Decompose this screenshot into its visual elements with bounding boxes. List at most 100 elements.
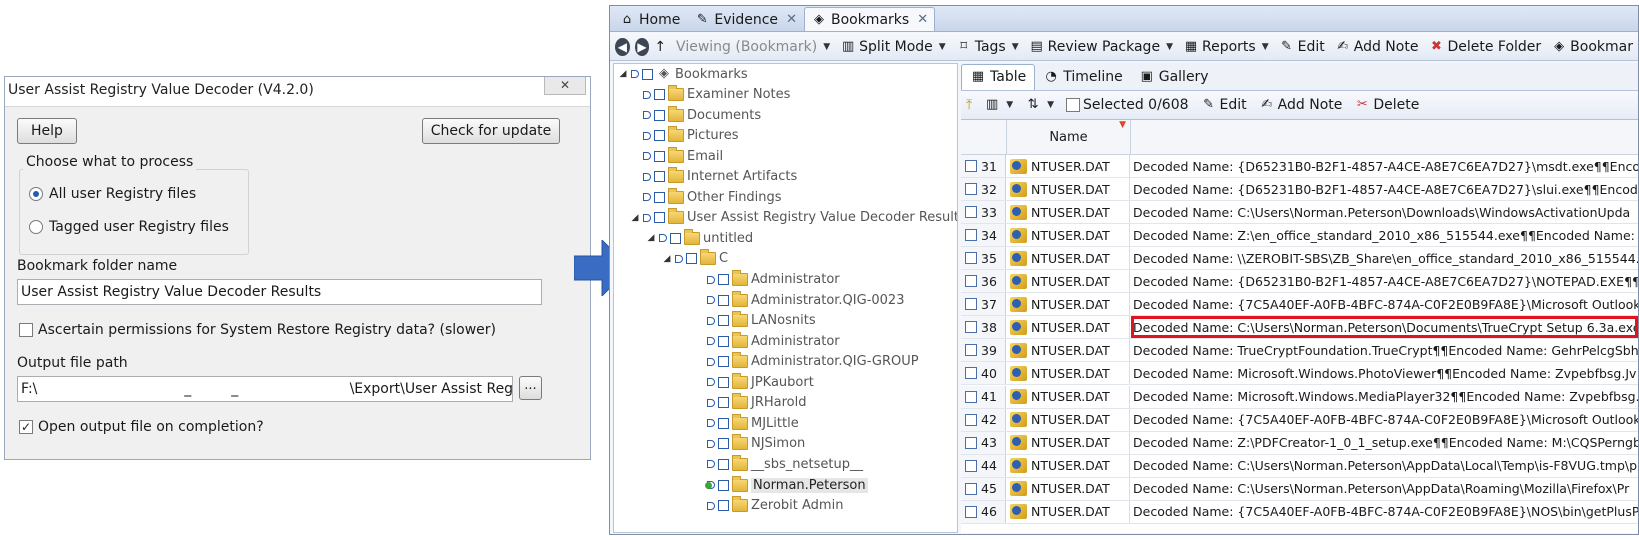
table-row[interactable]: 43 NTUSER.DAT Decoded Name: Z:\PDFCreator-…	[961, 431, 1638, 455]
row-selector[interactable]: 38	[961, 316, 1006, 339]
table-row[interactable]: 39 NTUSER.DAT Decoded Name: TrueCryptFound…	[961, 339, 1638, 363]
row-selector[interactable]: 40	[961, 362, 1006, 385]
browse-button[interactable]: ...	[519, 376, 542, 400]
close-tab-icon[interactable]: ✕	[917, 12, 928, 27]
check-for-update-button[interactable]: Check for update	[422, 118, 560, 144]
row-checkbox[interactable]	[965, 160, 977, 173]
table-row[interactable]: 33 NTUSER.DAT Decoded Name: C:\Users\Norma…	[961, 201, 1638, 225]
table-row[interactable]: 46 NTUSER.DAT Decoded Name: {7C5A40EF-A0FB…	[961, 500, 1638, 524]
row-checkbox[interactable]	[965, 482, 977, 495]
row-selector[interactable]: 32	[961, 178, 1006, 201]
row-selector[interactable]: 39	[961, 339, 1006, 362]
row-selector[interactable]: 35	[961, 247, 1006, 270]
row-checkbox[interactable]	[965, 298, 977, 311]
add-note-button[interactable]: ✍ Add Note	[1330, 39, 1424, 55]
tree-item[interactable]: Other Findings	[630, 187, 782, 207]
tree-item[interactable]: Pictures	[630, 126, 738, 146]
tree-item[interactable]: ◢ User Assist Registry Value Decoder Resu…	[630, 208, 957, 228]
row-checkbox[interactable]	[965, 505, 977, 518]
table-row[interactable]: 31 NTUSER.DAT Decoded Name: {D65231B0-B2F1…	[961, 155, 1638, 179]
table-row[interactable]: 42 NTUSER.DAT Decoded Name: {7C5A40EF-A0FB…	[961, 408, 1638, 432]
delete-button[interactable]: ✂ Delete	[1349, 97, 1424, 113]
row-selector[interactable]: 45	[961, 477, 1006, 500]
row-checkbox[interactable]	[965, 367, 977, 380]
tree-item[interactable]: Administrator.QIG-0023	[694, 290, 904, 310]
edit-button[interactable]: ✎ Edit	[1196, 97, 1252, 113]
output-path-input[interactable]: F:\ _ _ \Export\User Assist Registry V	[17, 376, 513, 402]
row-checkbox[interactable]	[965, 321, 977, 334]
sort-dropdown[interactable]: ⇅ ▼	[1020, 98, 1059, 112]
tree-item[interactable]: LANosnits	[694, 311, 816, 331]
tree-item[interactable]: Documents	[630, 105, 761, 125]
table-row[interactable]: 35 NTUSER.DAT Decoded Name: \\ZEROBIT-SBS\…	[961, 247, 1638, 271]
viewing-dropdown[interactable]: Viewing (Bookmark) ▼	[671, 39, 835, 55]
tree-item[interactable]: __sbs_netsetup__	[694, 454, 863, 474]
selected-counter[interactable]: Selected 0/608	[1061, 97, 1194, 113]
bookmark-button[interactable]: ◈ Bookmar	[1546, 39, 1638, 55]
tree-item[interactable]: Administrator	[694, 331, 840, 351]
row-checkbox[interactable]	[965, 436, 977, 449]
edit-button[interactable]: ✎ Edit	[1274, 39, 1330, 55]
split-mode-dropdown[interactable]: ▥ Split Mode ▼	[835, 39, 951, 55]
row-selector[interactable]: 34	[961, 224, 1006, 247]
column-header-name[interactable]: Name ▼	[1007, 120, 1131, 155]
row-selector[interactable]: 42	[961, 408, 1006, 431]
permissions-checkbox[interactable]: Ascertain permissions for System Restore…	[19, 322, 496, 338]
tree-item[interactable]: ◢ untitled	[646, 228, 753, 248]
row-checkbox[interactable]	[965, 229, 977, 242]
tree-item[interactable]: Administrator.QIG-GROUP	[694, 352, 919, 372]
table-row[interactable]: 44 NTUSER.DAT Decoded Name: C:\Users\Norma…	[961, 454, 1638, 478]
row-checkbox[interactable]	[965, 183, 977, 196]
table-row[interactable]: 41 NTUSER.DAT Decoded Name: Microsoft.Wind…	[961, 385, 1638, 409]
bookmark-folder-input[interactable]: User Assist Registry Value Decoder Resul…	[17, 279, 542, 305]
row-selector[interactable]: 46	[961, 500, 1006, 523]
row-checkbox[interactable]	[965, 275, 977, 288]
row-checkbox[interactable]	[965, 459, 977, 472]
row-checkbox[interactable]	[965, 390, 977, 403]
tree-item[interactable]: Norman.Peterson	[694, 475, 868, 495]
close-tab-icon[interactable]: ✕	[786, 12, 797, 27]
row-selector[interactable]: 36	[961, 270, 1006, 293]
add-note-button[interactable]: ✍ Add Note	[1254, 97, 1348, 113]
table-row[interactable]: 34 NTUSER.DAT Decoded Name: Z:\en_office_s…	[961, 224, 1638, 248]
tab-table[interactable]: ▦ Table	[961, 63, 1036, 90]
tree-item[interactable]: ◢ C	[662, 249, 728, 269]
tree-item[interactable]: Administrator	[694, 270, 840, 290]
tree-item[interactable]: MJLittle	[694, 413, 799, 433]
tree-item[interactable]: Examiner Notes	[630, 85, 790, 105]
tree-item[interactable]: JPKaubort	[694, 372, 814, 392]
up-icon[interactable]: ↑	[649, 39, 671, 55]
tree-item[interactable]: Zerobit Admin	[694, 496, 843, 516]
tree-root-bookmarks[interactable]: ◢ ◈ Bookmarks	[618, 64, 748, 84]
row-checkbox[interactable]	[965, 413, 977, 426]
help-button[interactable]: Help	[17, 118, 77, 144]
table-row[interactable]: 37 NTUSER.DAT Decoded Name: {7C5A40EF-A0FB…	[961, 293, 1638, 317]
tree-item[interactable]: NJSimon	[694, 434, 805, 454]
go-up-icon[interactable]: ⤒	[961, 97, 977, 113]
open-output-checkbox[interactable]: ✓ Open output file on completion?	[19, 419, 264, 435]
row-checkbox[interactable]	[965, 206, 977, 219]
table-row[interactable]: 40 NTUSER.DAT Decoded Name: Microsoft.Wind…	[961, 362, 1638, 386]
row-selector[interactable]: 37	[961, 293, 1006, 316]
row-checkbox[interactable]	[965, 344, 977, 357]
radio-all-registry-files[interactable]: All user Registry files	[29, 186, 196, 202]
review-package-dropdown[interactable]: ▤ Review Package ▼	[1024, 39, 1178, 55]
tree-item[interactable]: Internet Artifacts	[630, 167, 797, 187]
table-row[interactable]: 45 NTUSER.DAT Decoded Name: C:\Users\Norma…	[961, 477, 1638, 501]
delete-folder-button[interactable]: ✖ Delete Folder	[1423, 39, 1546, 55]
tree-item[interactable]: Email	[630, 146, 723, 166]
reports-dropdown[interactable]: ▦ Reports ▼	[1178, 39, 1274, 55]
row-selector[interactable]: 41	[961, 385, 1006, 408]
tab-bookmarks[interactable]: ◈ Bookmarks ✕	[803, 7, 936, 31]
row-selector[interactable]: 43	[961, 431, 1006, 454]
row-selector[interactable]: 33	[961, 201, 1006, 224]
tab-home[interactable]: ⌂ Home	[612, 7, 687, 31]
close-icon[interactable]: ✕	[544, 77, 586, 95]
row-selector[interactable]: 31	[961, 155, 1006, 178]
table-row[interactable]: 38 NTUSER.DAT Decoded Name: C:\Users\Norma…	[961, 316, 1638, 340]
back-icon[interactable]: ◀	[615, 37, 630, 56]
table-row[interactable]: 36 NTUSER.DAT Decoded Name: {D65231B0-B2F1…	[961, 270, 1638, 294]
row-checkbox[interactable]	[965, 252, 977, 265]
forward-icon[interactable]: ▶	[634, 37, 650, 56]
tree-item[interactable]: JRHarold	[694, 393, 807, 413]
